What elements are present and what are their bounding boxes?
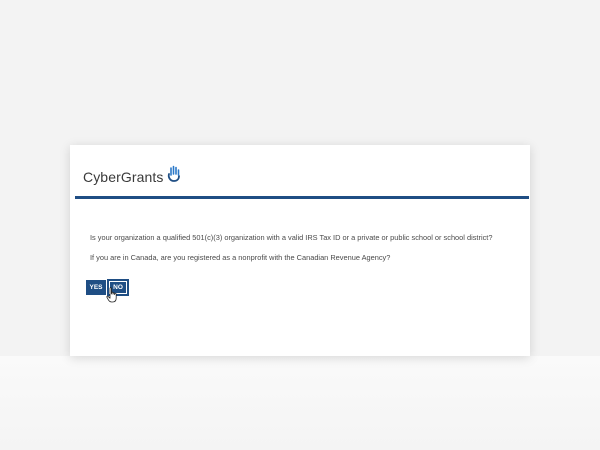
- hand-wave-icon: [168, 165, 181, 182]
- card-header: CyberGrants: [70, 145, 530, 200]
- hand-pointer-icon: [106, 287, 117, 303]
- page-background: [0, 356, 600, 450]
- brand-logo: CyberGrants: [83, 165, 182, 185]
- question-501c3: Is your organization a qualified 501(c)(…: [90, 233, 493, 242]
- header-divider: [75, 196, 529, 199]
- question-canada: If you are in Canada, are you registered…: [90, 253, 391, 262]
- eligibility-card: CyberGrants Is your organization a quali…: [70, 145, 530, 356]
- brand-name: CyberGrants: [83, 169, 164, 185]
- yes-button[interactable]: YES: [86, 280, 106, 295]
